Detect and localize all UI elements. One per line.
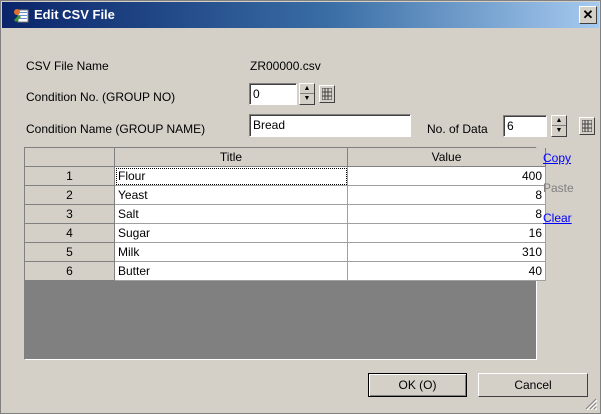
ok-button[interactable]: OK (O): [368, 373, 467, 397]
condition-no-input[interactable]: 0: [249, 83, 297, 105]
title-cell[interactable]: Butter: [115, 262, 348, 281]
value-cell[interactable]: 400: [348, 167, 546, 186]
column-header-title[interactable]: Title: [115, 148, 348, 167]
value-cell[interactable]: 310: [348, 243, 546, 262]
title-cell[interactable]: Yeast: [115, 186, 348, 205]
value-cell[interactable]: 16: [348, 224, 546, 243]
row-index[interactable]: 2: [25, 186, 115, 205]
condition-no-stepper[interactable]: ▲ ▼: [299, 83, 315, 105]
row-index[interactable]: 5: [25, 243, 115, 262]
value-cell[interactable]: 8: [348, 186, 546, 205]
copy-link[interactable]: Copy: [543, 151, 571, 165]
value-cell[interactable]: 8: [348, 205, 546, 224]
edit-csv-dialog: Edit CSV File ✕ CSV File Name ZR00000.cs…: [0, 0, 601, 414]
spin-down-icon[interactable]: ▼: [552, 126, 566, 136]
row-index[interactable]: 6: [25, 262, 115, 281]
column-header-index: [25, 148, 115, 167]
no-of-data-stepper[interactable]: ▲ ▼: [551, 115, 567, 137]
title-cell[interactable]: Sugar: [115, 224, 348, 243]
csv-edit-icon: [14, 9, 29, 23]
csv-file-name-value: ZR00000.csv: [250, 59, 321, 73]
value-cell[interactable]: 40: [348, 262, 546, 281]
row-index[interactable]: 4: [25, 224, 115, 243]
condition-no-label: Condition No. (GROUP NO): [26, 90, 176, 104]
grid-icon[interactable]: [319, 85, 335, 103]
grid-icon[interactable]: [579, 117, 595, 135]
title-bar[interactable]: Edit CSV File ✕: [2, 2, 599, 28]
data-table: Title Value 1 Flour 400 2 Yeast 8 3 Salt…: [24, 147, 546, 360]
spin-up-icon[interactable]: ▲: [300, 84, 314, 94]
title-cell[interactable]: Flour: [115, 167, 348, 186]
title-cell[interactable]: Milk: [115, 243, 348, 262]
column-header-value[interactable]: Value: [348, 148, 546, 167]
clear-link[interactable]: Clear: [543, 211, 572, 225]
title-cell[interactable]: Salt: [115, 205, 348, 224]
condition-name-input[interactable]: Bread: [249, 114, 411, 137]
condition-name-label: Condition Name (GROUP NAME): [26, 122, 206, 136]
window-title: Edit CSV File: [34, 7, 115, 22]
spin-down-icon[interactable]: ▼: [300, 94, 314, 104]
paste-link: Paste: [543, 181, 574, 195]
no-of-data-input[interactable]: 6: [503, 115, 547, 137]
cancel-button[interactable]: Cancel: [478, 373, 588, 397]
spin-up-icon[interactable]: ▲: [552, 116, 566, 126]
row-index[interactable]: 1: [25, 167, 115, 186]
row-index[interactable]: 3: [25, 205, 115, 224]
close-icon[interactable]: ✕: [579, 6, 597, 24]
resize-grip-icon[interactable]: [585, 398, 597, 410]
no-of-data-label: No. of Data: [427, 122, 488, 136]
csv-file-name-label: CSV File Name: [26, 59, 109, 73]
